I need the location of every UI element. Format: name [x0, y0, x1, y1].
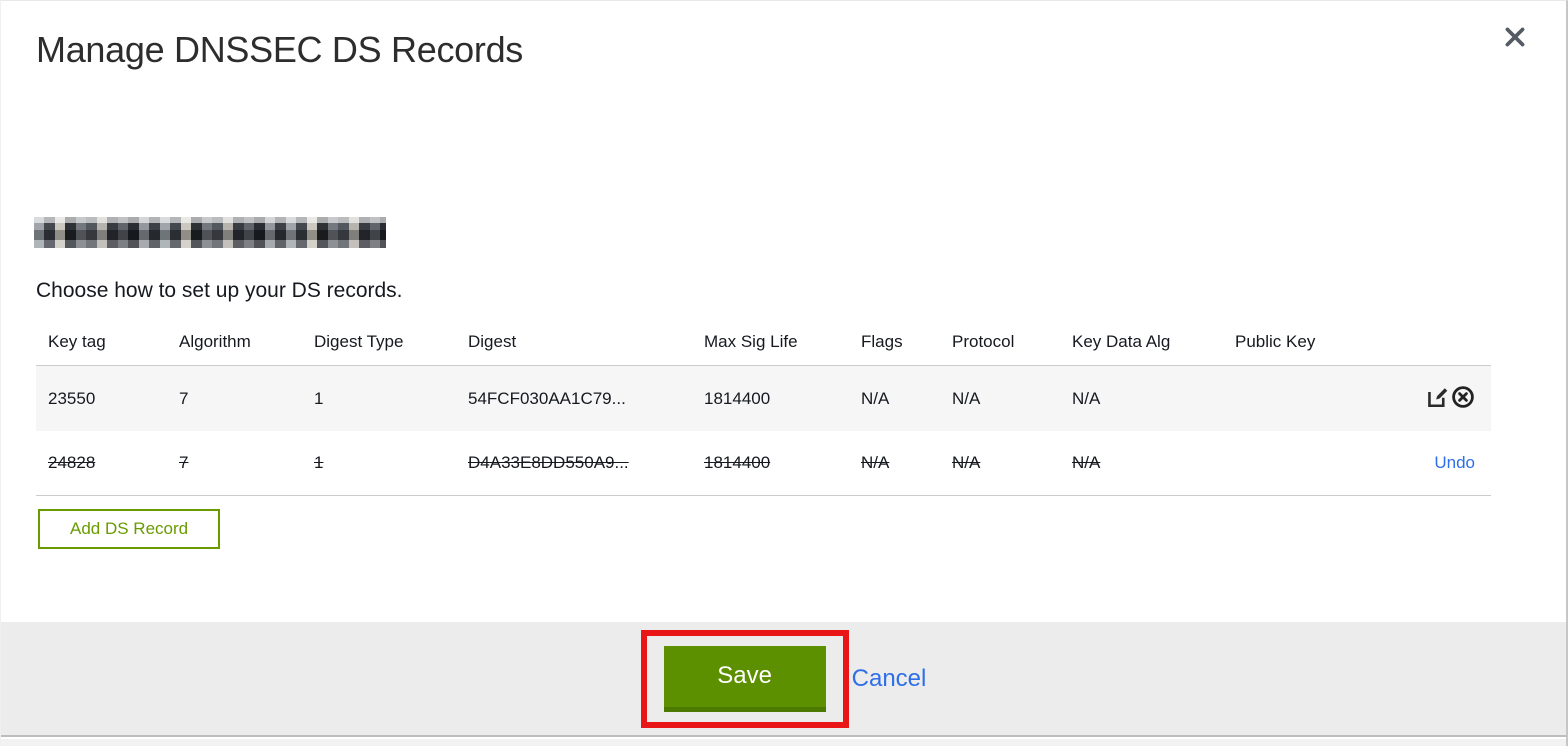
delete-record-button[interactable] — [1451, 385, 1475, 412]
table-header-row: Key tag Algorithm Digest Type Digest Max… — [36, 319, 1491, 366]
cell-digest-type: 1 — [314, 453, 324, 472]
save-button[interactable]: Save — [663, 645, 826, 712]
column-header-digest-type: Digest Type — [314, 332, 404, 351]
column-header-flags: Flags — [861, 332, 903, 351]
table-row-deleted: 24828 7 1 D4A33E8DD550A9... 1814400 N/A … — [36, 431, 1491, 496]
delete-circle-x-icon — [1451, 385, 1475, 412]
cell-digest: 54FCF030AA1C79... — [468, 388, 626, 408]
manage-dnssec-modal: Manage DNSSEC DS Records Choose how to s… — [0, 0, 1568, 746]
annotation-highlight-box: Save — [640, 629, 849, 728]
cell-algorithm: 7 — [179, 388, 189, 408]
cell-actions: Undo — [1363, 453, 1491, 473]
cancel-link[interactable]: Cancel — [852, 665, 927, 693]
cell-algorithm: 7 — [179, 453, 189, 472]
modal-footer: Save Cancel — [1, 622, 1566, 737]
column-header-protocol: Protocol — [952, 332, 1015, 351]
undo-link[interactable]: Undo — [1434, 453, 1475, 473]
cell-flags: N/A — [861, 453, 890, 472]
add-ds-record-button[interactable]: Add DS Record — [38, 509, 221, 549]
cell-flags: N/A — [861, 388, 890, 408]
column-header-digest: Digest — [468, 332, 517, 351]
cell-digest-type: 1 — [314, 388, 324, 408]
close-button[interactable] — [1500, 23, 1530, 53]
cell-max-sig-life: 1814400 — [704, 388, 771, 408]
cell-key-data-alg: N/A — [1072, 388, 1101, 408]
column-header-algorithm: Algorithm — [179, 332, 251, 351]
cell-max-sig-life: 1814400 — [704, 453, 771, 472]
table-row: 23550 7 1 54FCF030AA1C79... 1814400 N/A … — [36, 366, 1491, 431]
page-title: Manage DNSSEC DS Records — [36, 29, 523, 70]
bottom-strip — [1, 739, 1566, 746]
cell-key-data-alg: N/A — [1072, 453, 1101, 472]
cell-protocol: N/A — [952, 453, 981, 472]
edit-record-button[interactable] — [1425, 387, 1449, 411]
column-header-public-key: Public Key — [1235, 332, 1316, 351]
cell-digest: D4A33E8DD550A9... — [468, 453, 629, 472]
column-header-key-tag: Key tag — [48, 332, 106, 351]
cell-actions — [1363, 385, 1491, 412]
edit-icon — [1426, 386, 1449, 412]
cell-protocol: N/A — [952, 388, 981, 408]
cell-key-tag: 23550 — [48, 388, 96, 408]
column-header-max-sig-life: Max Sig Life — [704, 332, 798, 351]
ds-records-table: Key tag Algorithm Digest Type Digest Max… — [36, 319, 1491, 496]
column-header-key-data-alg: Key Data Alg — [1072, 332, 1171, 351]
close-icon — [1502, 24, 1528, 53]
instruction-text: Choose how to set up your DS records. — [36, 279, 403, 302]
redacted-domain-name — [34, 217, 386, 248]
cell-key-tag: 24828 — [48, 453, 96, 472]
